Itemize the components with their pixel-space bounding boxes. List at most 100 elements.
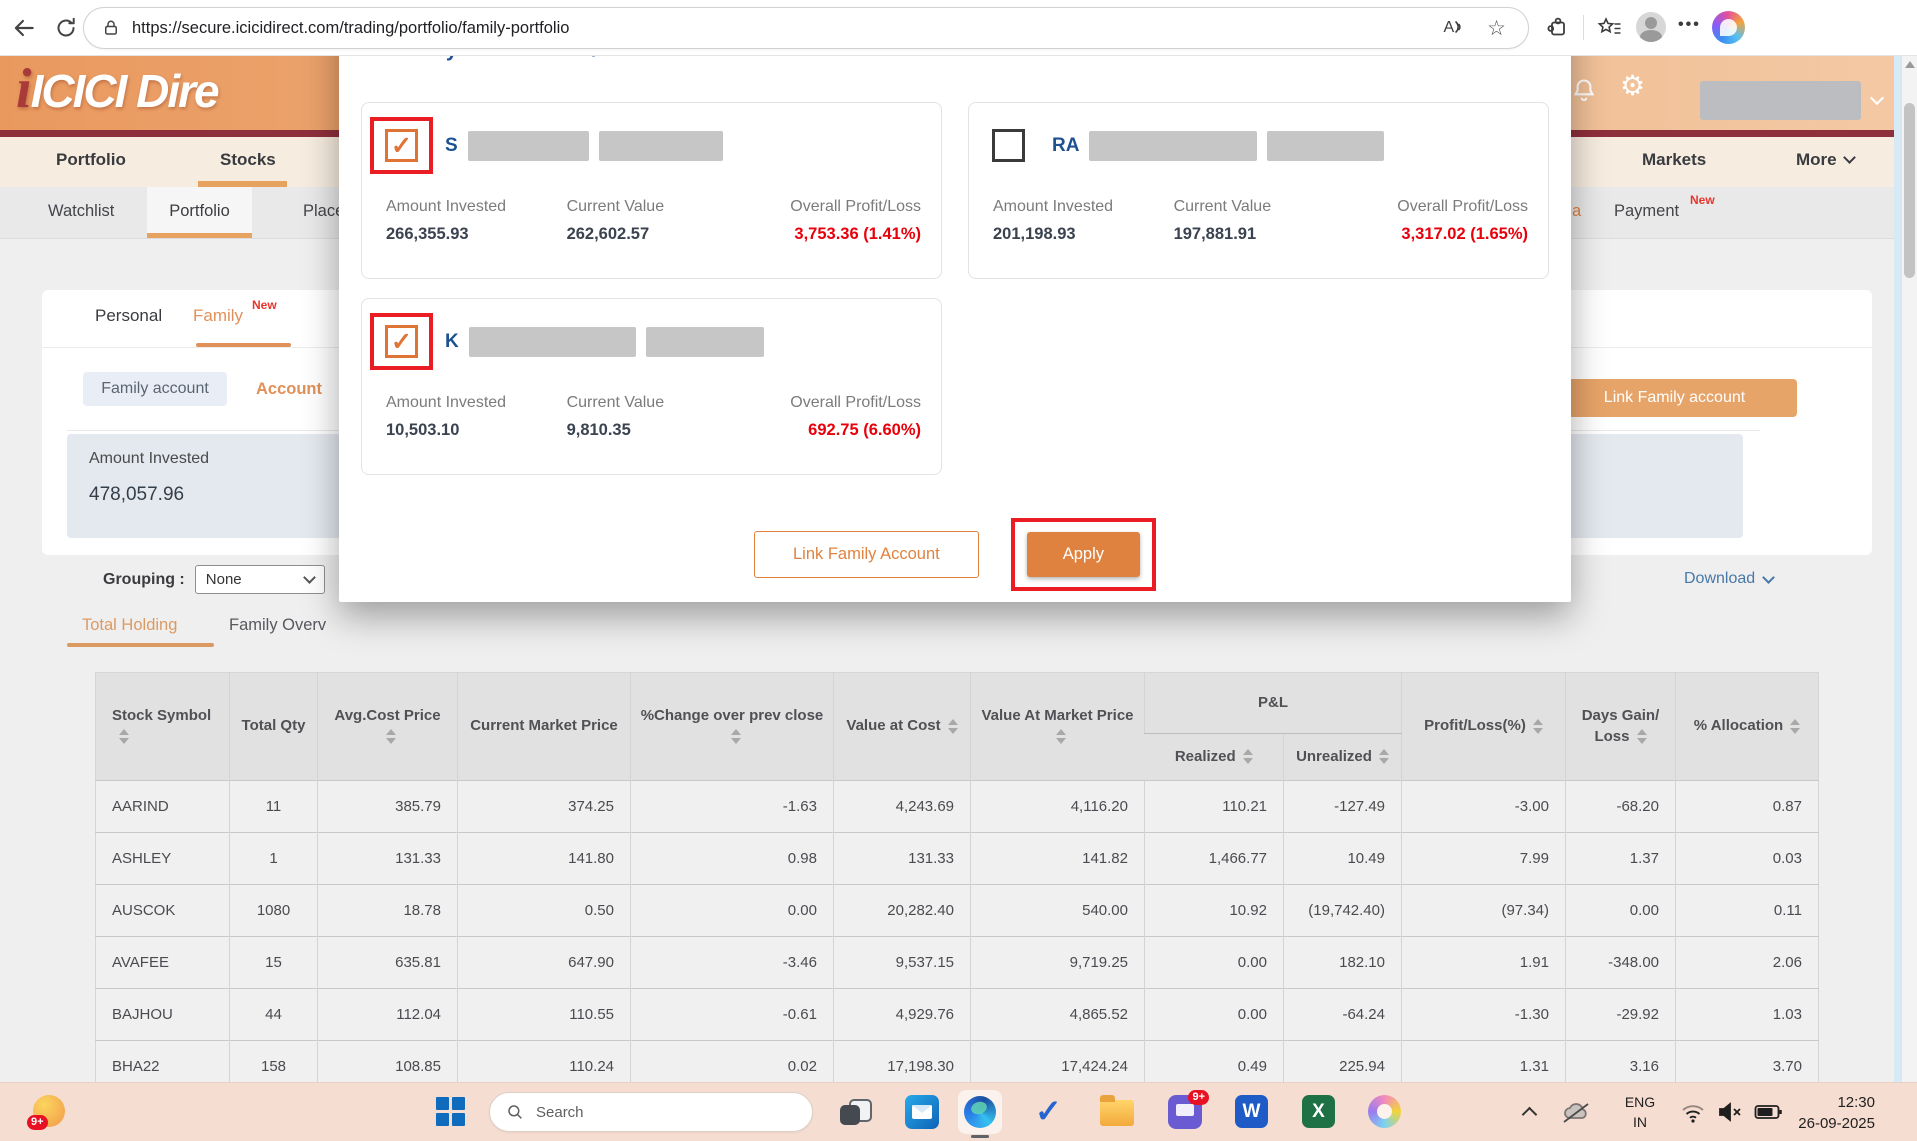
family-account-card: ✓SAmount Invested266,355.93Current Value…	[361, 102, 942, 279]
cell-value-at-market: 141.82	[971, 833, 1145, 885]
grouping-select[interactable]: None	[195, 565, 325, 594]
file-explorer-icon[interactable]	[1100, 1100, 1134, 1126]
widgets-icon[interactable]: 9+	[33, 1095, 65, 1127]
holding-row[interactable]: AVAFEE15635.81647.90-3.469,537.159,719.2…	[96, 937, 1819, 989]
holding-row[interactable]: AARIND11385.79374.25-1.634,243.694,116.2…	[96, 781, 1819, 833]
subnav-fragment[interactable]: a	[1572, 202, 1581, 221]
read-aloud-icon[interactable]: A	[1444, 19, 1466, 37]
profile-avatar[interactable]	[1636, 12, 1666, 42]
user-account-pill[interactable]	[1700, 81, 1861, 120]
cell-days-gain-loss: -348.00	[1566, 937, 1676, 989]
nav-more[interactable]: More	[1796, 150, 1854, 170]
cell-value-at-cost: 9,537.15	[834, 937, 971, 989]
col-stock-symbol[interactable]: Stock Symbol	[96, 673, 230, 781]
account-cards-grid: ✓SAmount Invested266,355.93Current Value…	[361, 102, 1549, 475]
tab-total-holding[interactable]: Total Holding	[82, 616, 177, 635]
back-icon[interactable]	[10, 14, 38, 42]
holding-row[interactable]: AUSCOK108018.780.500.0020,282.40540.0010…	[96, 885, 1819, 937]
col-value-at-market[interactable]: Value At Market Price	[971, 673, 1145, 781]
account-checkbox[interactable]	[992, 129, 1025, 162]
scrollbar-thumb[interactable]	[1904, 103, 1915, 278]
notifications-bell-icon[interactable]	[1570, 77, 1598, 110]
current-value: 9,810.35	[567, 421, 721, 440]
holding-row[interactable]: BAJHOU44112.04110.55-0.614,929.764,865.5…	[96, 989, 1819, 1041]
col-realized[interactable]: Realized	[1145, 734, 1284, 781]
cell-stock-symbol: ASHLEY	[96, 833, 230, 885]
favorite-star-icon[interactable]: ☆	[1487, 18, 1506, 39]
scrollbar[interactable]	[1901, 55, 1917, 1083]
overall-pl-value: 692.75 (6.60%)	[720, 421, 921, 440]
battery-icon[interactable]	[1754, 1102, 1784, 1122]
volume-muted-icon[interactable]	[1716, 1101, 1744, 1123]
account-checkbox[interactable]: ✓	[385, 129, 418, 162]
col-value-at-cost[interactable]: Value at Cost	[834, 673, 971, 781]
col-profit-loss-pct[interactable]: Profit/Loss(%)	[1402, 673, 1566, 781]
cell-value-at-market: 4,865.52	[971, 989, 1145, 1041]
col-total-qty[interactable]: Total Qty	[230, 673, 318, 781]
url-text[interactable]: https://secure.icicidirect.com/trading/p…	[132, 19, 1444, 38]
scrollbar-up-arrow[interactable]	[1905, 61, 1915, 68]
cell-allocation: 0.87	[1676, 781, 1819, 833]
tab-personal[interactable]: Personal	[95, 306, 162, 326]
taskbar: 9+ Search ✓ 9+ W X ENGIN 12:30 26-09-202…	[0, 1082, 1917, 1141]
chevron-down-icon[interactable]	[1870, 91, 1884, 105]
cell-pct-change: -1.63	[631, 781, 834, 833]
address-bar[interactable]: https://secure.icicidirect.com/trading/p…	[83, 7, 1529, 49]
holding-row[interactable]: ASHLEY1131.33141.800.98131.33141.821,466…	[96, 833, 1819, 885]
favorites-bar-icon[interactable]	[1596, 14, 1624, 42]
language-indicator[interactable]: ENGIN	[1614, 1092, 1666, 1133]
redacted-name-bar	[1089, 131, 1257, 161]
onedrive-paused-icon[interactable]	[1560, 1100, 1592, 1126]
start-button[interactable]	[436, 1097, 465, 1126]
settings-gear-icon[interactable]: ⚙	[1620, 72, 1645, 100]
tab-family[interactable]: Family	[193, 306, 243, 326]
family-account-toggle[interactable]: Family account	[83, 372, 227, 406]
sort-icon	[1056, 729, 1066, 744]
link-family-account-page-button[interactable]: Link Family account	[1552, 379, 1797, 417]
col-avg-cost[interactable]: Avg.Cost Price	[318, 673, 458, 781]
cell-days-gain-loss: -29.92	[1566, 989, 1676, 1041]
col-pct-change[interactable]: %Change over prev close	[631, 673, 834, 781]
excel-icon[interactable]: X	[1302, 1095, 1335, 1128]
col-days-gain-loss[interactable]: Days Gain/ Loss	[1566, 673, 1676, 781]
holding-row[interactable]: BHA22158108.85110.240.0217,198.3017,424.…	[96, 1041, 1819, 1084]
nav-stocks[interactable]: Stocks	[220, 150, 276, 170]
search-box[interactable]: Search	[489, 1092, 813, 1132]
grouping-label: Grouping :	[103, 571, 185, 589]
todo-check-icon[interactable]: ✓	[1035, 1093, 1062, 1129]
nav-portfolio[interactable]: Portfolio	[56, 150, 126, 170]
extensions-icon[interactable]	[1544, 14, 1572, 42]
subnav-watchlist[interactable]: Watchlist	[48, 202, 114, 221]
tab-family-overview[interactable]: Family Overv	[229, 616, 326, 635]
subnav-portfolio-active[interactable]: Portfolio	[147, 187, 252, 238]
col-allocation[interactable]: % Allocation	[1676, 673, 1819, 781]
edge-logo	[964, 1096, 996, 1128]
wifi-icon[interactable]	[1680, 1102, 1706, 1124]
outlook-icon[interactable]	[905, 1095, 939, 1129]
teams-icon[interactable]: 9+	[1168, 1095, 1202, 1129]
word-icon[interactable]: W	[1235, 1095, 1268, 1128]
nav-markets[interactable]: Markets	[1642, 150, 1706, 170]
tray-chevron-icon[interactable]	[1524, 1105, 1536, 1117]
icici-direct-logo[interactable]: iICICI Dire	[16, 57, 218, 121]
grouping-row: Grouping : None	[103, 565, 325, 594]
account-name-initial: RA	[1052, 135, 1079, 157]
subnav-payment[interactable]: Payment	[1614, 202, 1679, 221]
lock-icon[interactable]	[102, 19, 120, 37]
copilot-icon[interactable]	[1712, 11, 1745, 44]
link-family-account-button[interactable]: Link Family Account	[754, 531, 979, 578]
col-unrealized[interactable]: Unrealized	[1284, 734, 1402, 781]
account-checkbox[interactable]: ✓	[385, 325, 418, 358]
col-current-market-price[interactable]: Current Market Price	[458, 673, 631, 781]
download-link[interactable]: Download	[1684, 570, 1773, 588]
more-menu-icon[interactable]: •••	[1678, 16, 1701, 34]
apply-button[interactable]: Apply	[1027, 532, 1140, 577]
clock[interactable]: 12:30 26-09-2025	[1798, 1092, 1875, 1134]
paint-icon[interactable]	[1368, 1095, 1401, 1128]
cell-pct-change: 0.00	[631, 885, 834, 937]
sort-icon	[386, 729, 396, 744]
edge-browser-icon[interactable]	[958, 1090, 1002, 1134]
refresh-icon[interactable]	[52, 14, 80, 42]
account-toggle[interactable]: Account	[256, 380, 322, 399]
task-view-icon[interactable]	[840, 1097, 870, 1127]
